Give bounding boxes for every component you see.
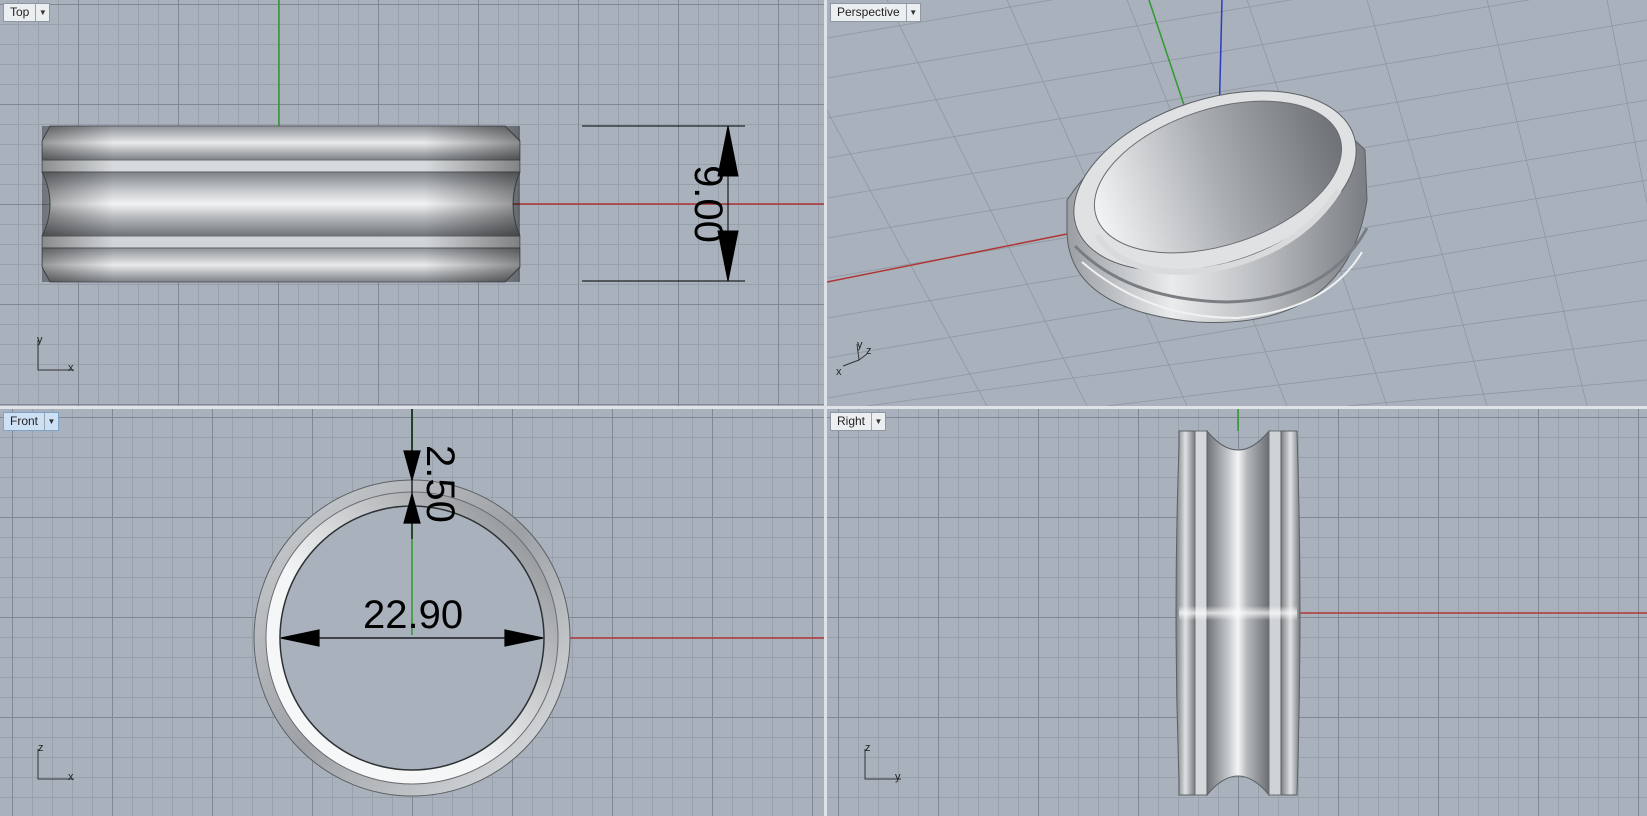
ring-right-profile [1175, 429, 1301, 797]
axis-label-z: z [866, 345, 872, 357]
viewport-tab-right[interactable]: Right ▼ [830, 412, 887, 431]
ring-perspective [1066, 90, 1369, 323]
axis-label-x: x [68, 771, 74, 783]
axis-label-z: z [38, 742, 44, 754]
viewport-perspective[interactable]: Perspective ▼ y z x [827, 0, 1647, 406]
dropdown-arrow-icon[interactable]: ▼ [905, 4, 920, 21]
viewport-tab-top[interactable]: Top ▼ [3, 3, 51, 22]
viewport-title: Top [10, 5, 30, 19]
viewport-title: Right [837, 414, 866, 428]
axis-label-x: x [836, 366, 842, 378]
viewport-tab-perspective[interactable]: Perspective ▼ [830, 3, 921, 22]
viewport-title: Front [10, 414, 39, 428]
dimension-width-label[interactable]: 9.00 [686, 161, 730, 247]
dimension-diameter-label[interactable]: 22.90 [363, 595, 463, 635]
viewport-title: Perspective [837, 5, 900, 19]
dropdown-arrow-icon[interactable]: ▼ [35, 4, 49, 21]
right-view-canvas [1175, 409, 1647, 797]
ring-top-profile [41, 125, 521, 283]
dropdown-arrow-icon[interactable]: ▼ [44, 413, 58, 430]
viewport-top[interactable]: 9.00 Top ▼ y x [0, 0, 824, 406]
axis-label-y: y [857, 339, 863, 351]
viewport-front[interactable]: 2.50 22.90 Front ▼ z x [0, 409, 824, 816]
dropdown-arrow-icon[interactable]: ▼ [871, 413, 885, 430]
viewport-tab-front[interactable]: Front ▼ [3, 412, 60, 431]
viewport-right[interactable]: Right ▼ z y [827, 409, 1647, 816]
dimension-thickness-label[interactable]: 2.50 [418, 445, 462, 523]
axis-label-y: y [895, 771, 901, 783]
perspective-view-canvas [827, 0, 1647, 406]
axis-label-y: y [37, 334, 43, 346]
axis-label-z: z [865, 742, 871, 754]
axis-label-x: x [68, 362, 74, 374]
